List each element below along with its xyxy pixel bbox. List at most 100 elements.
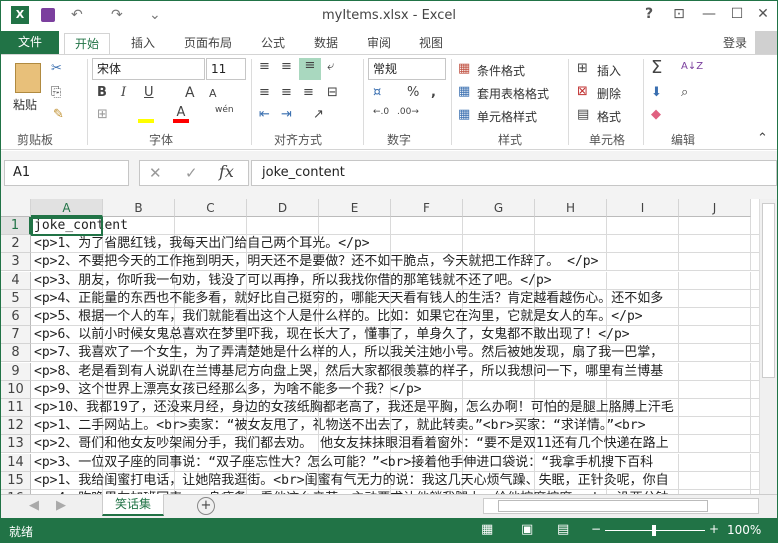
worksheet-grid[interactable]: ABCDEFGHIJ 1 joke_content 2 <p>1、为了省腮红钱，我每天…: [1, 199, 759, 494]
align-middle-icon[interactable]: ≡: [281, 59, 292, 74]
cell-a4[interactable]: <p>3、朋友，你听我一句劝，钱没了可以再挣，所以我找你借的那笔钱就不还了吧。<…: [31, 271, 759, 290]
percent-button[interactable]: %: [407, 85, 419, 100]
prev-sheet-icon[interactable]: ◀: [29, 498, 39, 513]
minimize-button[interactable]: —: [695, 6, 723, 22]
horizontal-scroll-thumb[interactable]: [498, 500, 708, 512]
vertical-scroll-thumb[interactable]: [762, 203, 775, 378]
cell-a12[interactable]: <p>1、二手网站上。<br>卖家：“被女友甩了，礼物送不出去了，就此转卖。”<…: [31, 417, 759, 436]
row-header[interactable]: 15: [1, 471, 31, 490]
clear-icon[interactable]: ◆: [651, 107, 661, 122]
cell-a6[interactable]: <p>5、根据一个人的车，我们就能看出这个人是什么样的。比如：如果它在沟里，它就…: [31, 308, 759, 326]
shrink-font-button[interactable]: A: [209, 87, 217, 100]
merge-center-icon[interactable]: ⊟: [327, 85, 338, 100]
tab-page-layout[interactable]: 页面布局: [174, 33, 242, 55]
login-link[interactable]: 登录: [713, 33, 757, 55]
orientation-icon[interactable]: ↗: [313, 107, 324, 122]
font-color-icon[interactable]: A: [173, 105, 189, 123]
column-header-h[interactable]: H: [535, 199, 607, 217]
bold-button[interactable]: B: [97, 85, 107, 100]
tab-data[interactable]: 数据: [304, 33, 348, 55]
normal-view-icon[interactable]: ▦: [481, 522, 493, 537]
format-as-table-button[interactable]: 套用表格格式: [477, 85, 549, 102]
select-all-corner[interactable]: [1, 199, 31, 217]
column-header-c[interactable]: C: [175, 199, 247, 217]
number-format-select[interactable]: 常规: [368, 58, 446, 80]
cell-a11[interactable]: <p>10、我都19了，还没来月经，身边的女孩纸胸都老高了，我还是平胸，怎么办啊…: [31, 399, 759, 417]
italic-button[interactable]: I: [121, 85, 126, 100]
align-right-icon[interactable]: ≡: [303, 85, 314, 100]
column-header-d[interactable]: D: [247, 199, 319, 217]
format-painter-icon[interactable]: ✎: [53, 107, 64, 122]
row-header[interactable]: 2: [1, 235, 31, 254]
tab-file[interactable]: 文件: [1, 31, 59, 55]
column-header-i[interactable]: I: [607, 199, 679, 217]
decrease-decimal-icon[interactable]: .00→: [397, 107, 419, 117]
page-layout-view-icon[interactable]: ▣: [521, 522, 533, 537]
row-header[interactable]: 7: [1, 326, 31, 345]
autosum-button[interactable]: Σ: [651, 57, 662, 78]
row-header[interactable]: 5: [1, 289, 31, 308]
horizontal-scrollbar[interactable]: [483, 498, 759, 514]
column-header-e[interactable]: E: [319, 199, 391, 217]
tab-view[interactable]: 视图: [409, 33, 453, 55]
close-button[interactable]: ✕: [749, 6, 777, 22]
page-break-view-icon[interactable]: ▤: [557, 522, 569, 537]
zoom-level[interactable]: 100%: [727, 523, 761, 537]
copy-icon[interactable]: ⎘: [51, 85, 61, 100]
row-header[interactable]: 9: [1, 362, 31, 381]
tab-formulas[interactable]: 公式: [251, 33, 295, 55]
zoom-out-button[interactable]: −: [591, 522, 601, 536]
underline-button[interactable]: U: [144, 85, 154, 100]
font-name-select[interactable]: 宋体: [92, 58, 205, 80]
align-center-icon[interactable]: ≡: [281, 85, 292, 100]
maximize-button[interactable]: ☐: [723, 6, 751, 22]
conditional-format-button[interactable]: 条件格式: [477, 62, 525, 79]
enter-icon[interactable]: ✓: [185, 164, 198, 182]
border-icon[interactable]: ⊞: [97, 107, 108, 122]
help-button[interactable]: ?: [635, 6, 663, 22]
cell-a10[interactable]: <p>9、这个世界上漂亮女孩已经那么多，为啥不能多一个我？</p>: [31, 380, 759, 399]
cell-a5[interactable]: <p>4、正能量的东西也不能多看，就好比自己挺穷的，哪能天天看有钱人的生活？肯定…: [31, 289, 759, 308]
currency-icon[interactable]: ¤: [373, 85, 381, 100]
next-sheet-icon[interactable]: ▶: [56, 498, 66, 513]
grow-font-button[interactable]: A: [185, 85, 195, 101]
row-header[interactable]: 10: [1, 380, 31, 399]
row-header[interactable]: 12: [1, 417, 31, 436]
decrease-indent-icon[interactable]: ⇤: [259, 107, 270, 122]
fill-color-icon[interactable]: [138, 109, 154, 123]
cell-a13[interactable]: <p>2、哥们和他女友吵架闹分手，我们都去劝。 他女友抹抹眼泪看着窗外：“要不是…: [31, 435, 759, 454]
insert-cells-button[interactable]: 插入: [597, 62, 621, 79]
row-header[interactable]: 8: [1, 344, 31, 363]
name-box[interactable]: A1: [4, 160, 129, 186]
row-header[interactable]: 4: [1, 271, 31, 290]
cell-a8[interactable]: <p>7、我喜欢了一个女生，为了弄清楚她是什么样的人，所以我关注她小号。然后被她…: [31, 344, 759, 363]
cell-a2[interactable]: <p>1、为了省腮红钱，我每天出门给自己两个耳光。</p>: [31, 235, 759, 254]
new-sheet-button[interactable]: +: [197, 497, 215, 515]
phonetic-button[interactable]: wén: [215, 105, 234, 115]
avatar[interactable]: [755, 31, 777, 55]
cell-a1[interactable]: joke_content: [31, 217, 759, 235]
align-left-icon[interactable]: ≡: [259, 85, 270, 100]
cut-icon[interactable]: ✂: [51, 61, 62, 76]
delete-cells-button[interactable]: 删除: [597, 85, 621, 102]
column-header-b[interactable]: B: [103, 199, 175, 217]
row-header[interactable]: 14: [1, 453, 31, 472]
vertical-scrollbar[interactable]: [759, 199, 777, 494]
cell-a7[interactable]: <p>6、以前小时候女鬼总喜欢在梦里吓我，现在长大了，懂事了，单身久了，女鬼都不…: [31, 326, 759, 345]
cell-a14[interactable]: <p>3、一位双子座的同事说：“双子座忘性大？怎么可能？”<br>接着他手伸进口…: [31, 453, 759, 472]
column-header-g[interactable]: G: [463, 199, 535, 217]
cell-styles-button[interactable]: 单元格样式: [477, 108, 537, 125]
row-header[interactable]: 11: [1, 399, 31, 417]
row-header[interactable]: 13: [1, 435, 31, 454]
paste-icon[interactable]: [15, 63, 41, 93]
font-size-select[interactable]: 11: [206, 58, 246, 80]
row-header[interactable]: 1: [1, 217, 31, 235]
cell-a3[interactable]: <p>2、不要把今天的工作拖到明天，明天还不是要做？还不如干脆点，今天就把工作辞…: [31, 253, 759, 272]
align-bottom-icon[interactable]: ≡: [299, 58, 321, 80]
collapse-ribbon-icon[interactable]: ⌃: [757, 131, 768, 146]
column-header-f[interactable]: F: [391, 199, 463, 217]
active-cell-a1[interactable]: [31, 217, 103, 236]
format-cells-button[interactable]: 格式: [597, 108, 621, 125]
find-icon[interactable]: ⌕: [681, 85, 688, 100]
insert-function-button[interactable]: fx: [219, 162, 234, 181]
